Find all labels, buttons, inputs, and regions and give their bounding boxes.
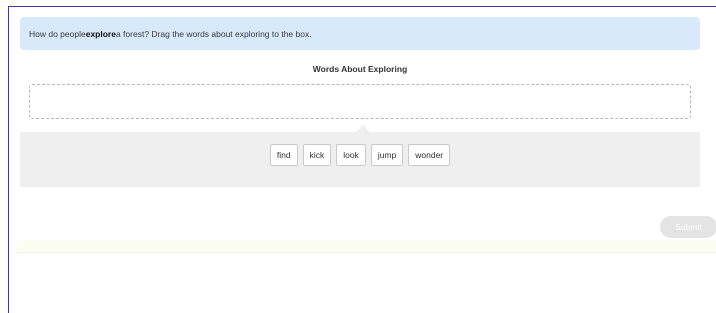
submit-button[interactable]: Submit: [660, 216, 716, 238]
footer-strip: [17, 240, 716, 253]
word-tile-jump[interactable]: jump: [370, 144, 404, 166]
drop-box[interactable]: [29, 84, 691, 119]
word-tile-wonder[interactable]: wonder: [408, 144, 451, 166]
prompt-text-before: How do people: [29, 28, 86, 39]
tray-pointer: [356, 125, 370, 132]
word-tile-find[interactable]: find: [269, 144, 298, 166]
drop-box-title: Words About Exploring: [312, 64, 408, 74]
prompt-emphasis: explore: [85, 28, 116, 39]
prompt-text-after: a forest? Drag the words about exploring…: [115, 28, 312, 39]
word-list: find kick look jump wonder: [20, 144, 700, 166]
question-prompt: How do people explore a forest? Drag the…: [20, 17, 700, 50]
word-bank: find kick look jump wonder: [20, 125, 700, 187]
word-tile-look[interactable]: look: [336, 144, 366, 166]
word-tile-kick[interactable]: kick: [302, 144, 332, 166]
activity-frame: How do people explore a forest? Drag the…: [8, 6, 716, 313]
sorting-panel: Words About Exploring find kick look jum…: [20, 57, 700, 187]
